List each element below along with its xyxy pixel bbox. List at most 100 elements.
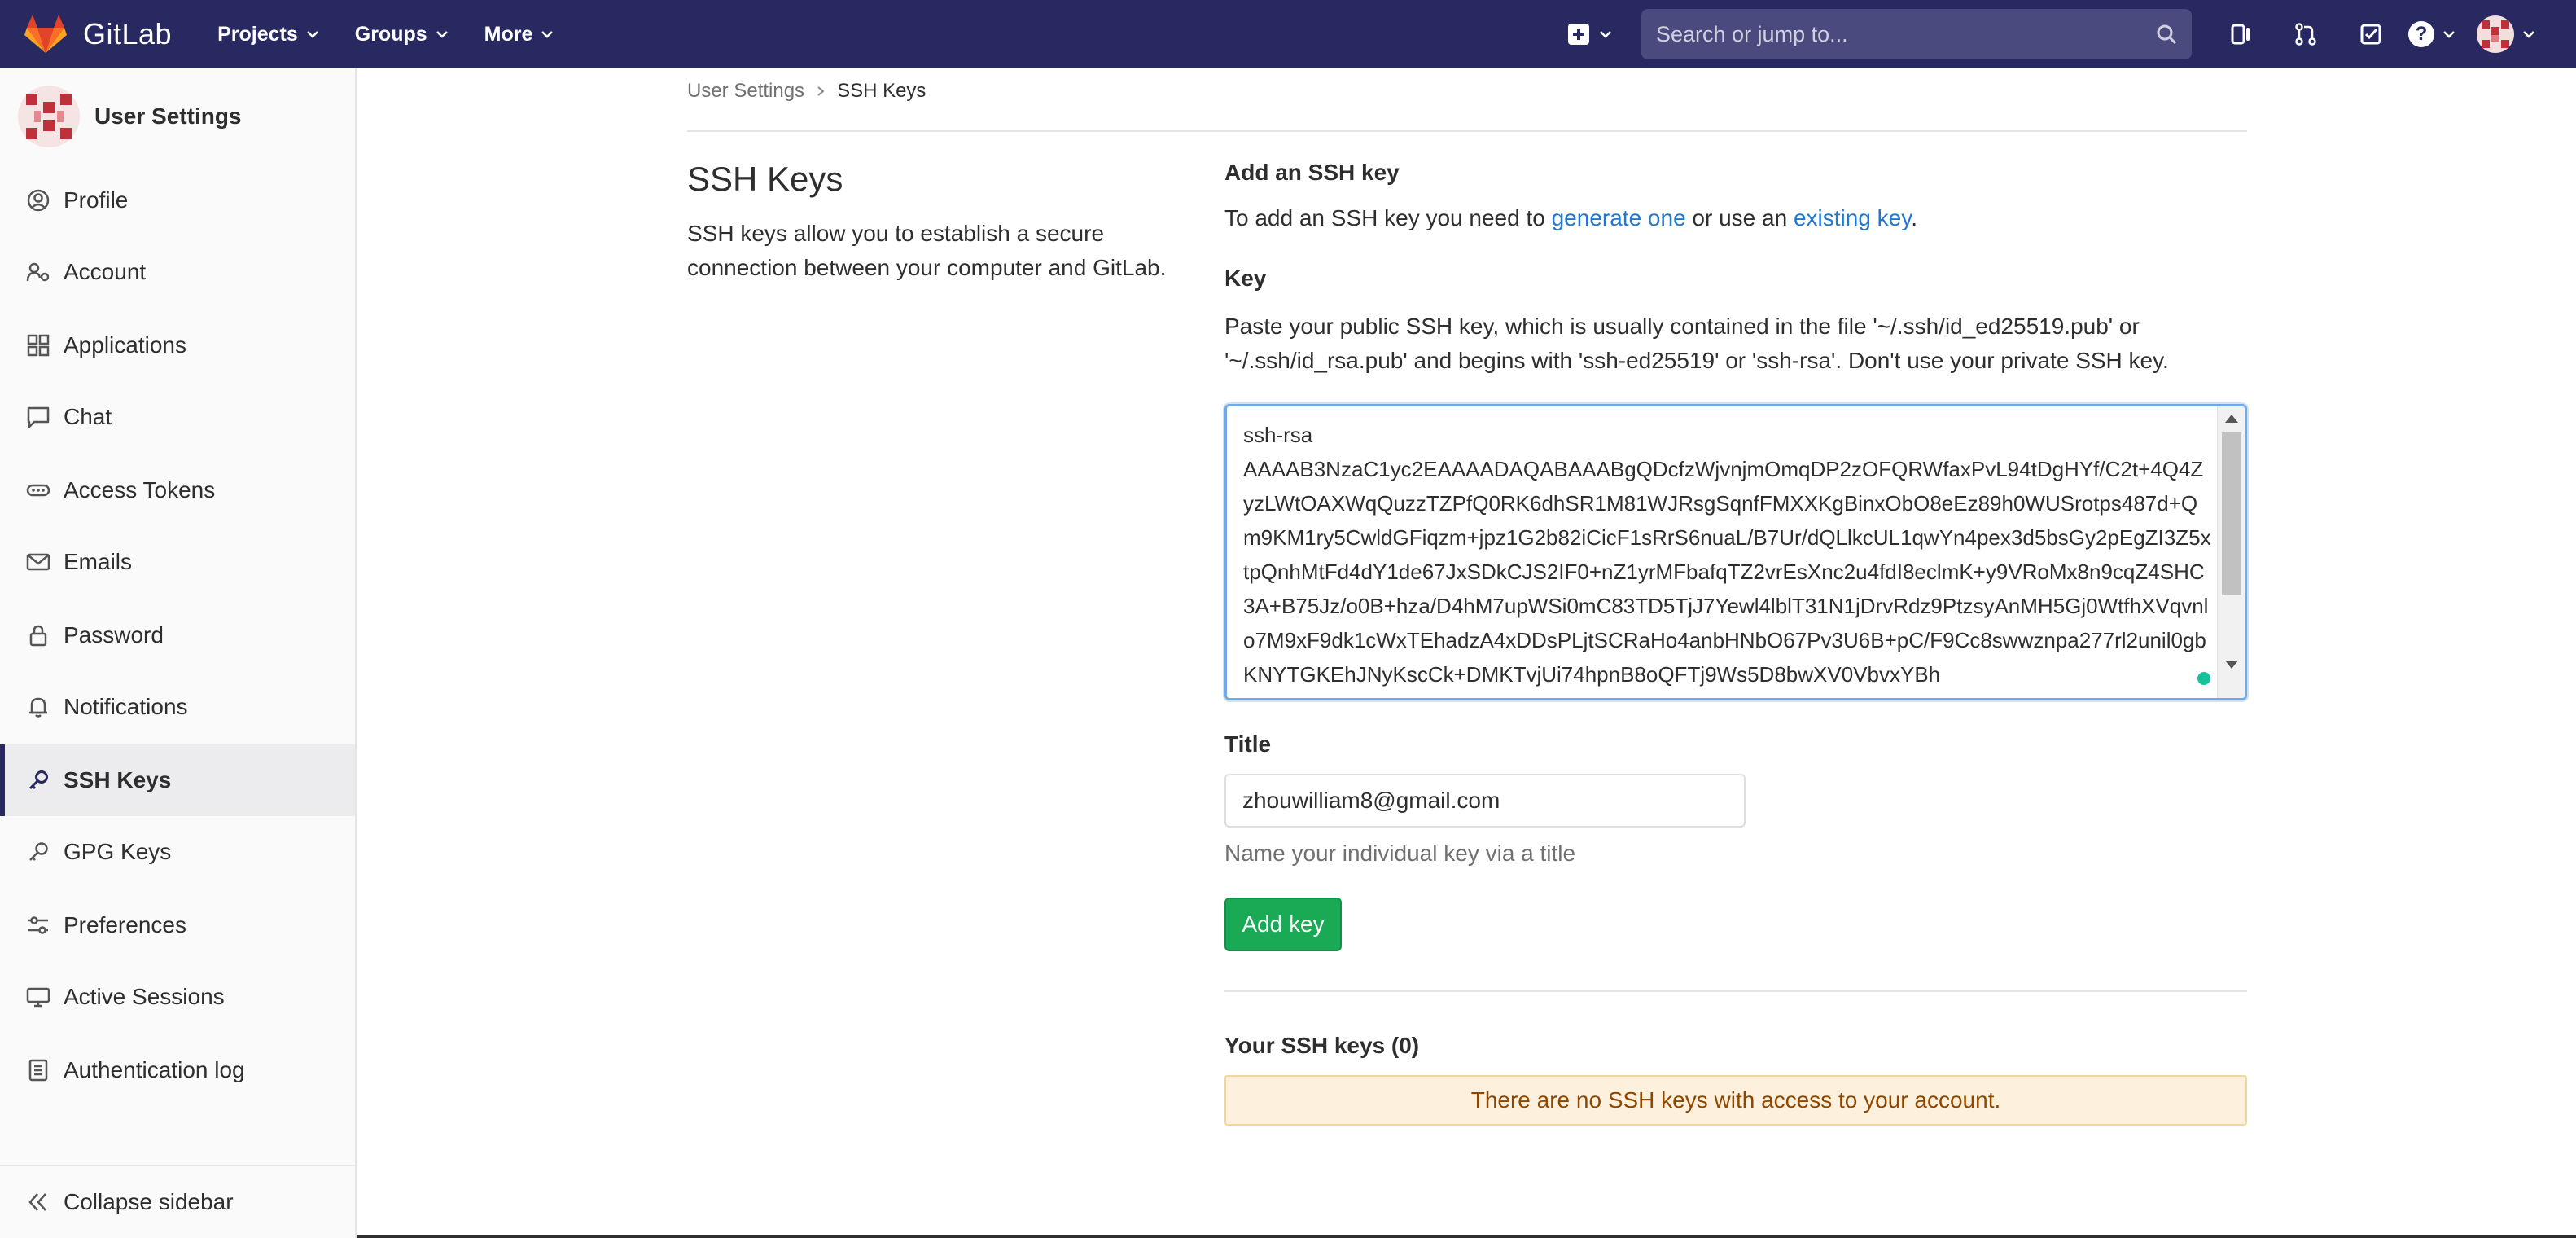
key-icon (29, 842, 48, 861)
gitlab-logo-icon (24, 15, 67, 53)
scrollbar-thumb[interactable] (2222, 432, 2241, 595)
monitor-icon (26, 987, 50, 1008)
title-help-text: Name your individual key via a title (1224, 841, 1576, 866)
title-label: Title (1224, 731, 1272, 757)
sidebar-item-active-sessions[interactable]: Active Sessions (0, 961, 355, 1033)
top-navbar: GitLab Projects Groups More Search or ju… (0, 0, 2576, 68)
mail-icon (26, 553, 50, 571)
nav-projects-dropdown[interactable]: Projects (217, 23, 319, 46)
merge-requests-button[interactable] (2273, 0, 2338, 68)
sidebar-item-label: Access Tokens (64, 477, 216, 503)
account-icon (26, 262, 50, 282)
collapse-sidebar-label: Collapse sidebar (64, 1189, 234, 1214)
sidebar-item-preferences[interactable]: Preferences (0, 889, 355, 961)
search-input[interactable]: Search or jump to... (1641, 9, 2192, 59)
issues-button[interactable] (2208, 0, 2273, 68)
sidebar-item-label: Preferences (64, 912, 186, 937)
sidebar-item-notifications[interactable]: Notifications (0, 671, 355, 743)
user-menu-dropdown[interactable] (2477, 15, 2535, 53)
nav-more-dropdown[interactable]: More (484, 23, 554, 46)
section-divider (1224, 990, 2247, 992)
sidebar-item-label: Notifications (64, 694, 188, 719)
title-input[interactable] (1224, 774, 1746, 828)
log-icon (28, 1059, 48, 1082)
chevron-down-icon (306, 31, 318, 38)
your-ssh-keys-heading: Your SSH keys (0) (1224, 1033, 1420, 1058)
nav-more-label: More (484, 22, 533, 46)
sidebar-title: User Settings (94, 103, 242, 129)
sidebar-item-label: Password (64, 622, 164, 648)
double-chevron-left-icon (28, 1193, 46, 1211)
intro-text: . (1911, 205, 1917, 230)
avatar (2477, 15, 2514, 53)
preferences-icon (28, 916, 48, 934)
existing-key-link[interactable]: existing key (1794, 205, 1911, 230)
sidebar-item-authentication-log[interactable]: Authentication log (0, 1034, 355, 1106)
sidebar-item-password[interactable]: Password (0, 599, 355, 671)
page-description: SSH keys allow you to establish a secure… (687, 221, 1167, 280)
chevron-down-icon (541, 31, 554, 38)
user-avatar (18, 86, 80, 147)
add-ssh-key-heading: Add an SSH key (1224, 160, 1400, 185)
sidebar-item-label: Account (64, 259, 147, 284)
sidebar-item-account[interactable]: Account (0, 236, 355, 308)
nav-groups-dropdown[interactable]: Groups (355, 23, 449, 46)
generate-one-link[interactable]: generate one (1552, 205, 1686, 230)
sidebar-item-label: Chat (64, 404, 112, 429)
intro-text: or use an (1685, 205, 1794, 230)
breadcrumb-parent-link[interactable]: User Settings (687, 80, 804, 103)
gitlab-home-link[interactable]: GitLab (24, 0, 172, 68)
chevron-down-icon (436, 31, 448, 38)
sidebar-item-chat[interactable]: Chat (0, 381, 355, 453)
bell-icon (29, 697, 47, 718)
page-bottom-border (357, 1235, 2576, 1238)
sidebar-item-gpg-keys[interactable]: GPG Keys (0, 816, 355, 888)
todos-button[interactable] (2338, 0, 2403, 68)
key-textarea[interactable]: ssh-rsa AAAAB3NzaC1yc2EAAAADAQABAAABgQDc… (1224, 404, 2247, 700)
scroll-up-arrow-icon[interactable] (2225, 415, 2238, 423)
sidebar-item-access-tokens[interactable]: Access Tokens (0, 454, 355, 526)
scroll-down-arrow-icon[interactable] (2225, 661, 2238, 669)
search-placeholder: Search or jump to... (1656, 21, 1848, 46)
key-label: Key (1224, 266, 1267, 291)
todo-check-icon (2360, 24, 2381, 45)
plus-square-icon (1568, 24, 1589, 45)
sidebar-item-label: GPG Keys (64, 839, 172, 864)
no-ssh-keys-alert: There are no SSH keys with access to you… (1224, 1075, 2247, 1126)
chevron-down-icon (2523, 31, 2534, 38)
breadcrumb-divider (687, 130, 2247, 132)
sidebar-item-applications[interactable]: Applications (0, 310, 355, 381)
nav-groups-label: Groups (354, 22, 427, 46)
profile-icon (27, 189, 50, 212)
sidebar-item-emails[interactable]: Emails (0, 526, 355, 598)
search-icon (2157, 24, 2177, 45)
add-key-button[interactable]: Add key (1224, 898, 1342, 951)
chat-icon (27, 406, 50, 428)
page-title: SSH Keys (687, 160, 843, 198)
breadcrumb: User Settings SSH Keys (687, 80, 926, 103)
sidebar-header[interactable]: User Settings (0, 68, 355, 165)
new-item-dropdown[interactable] (1568, 24, 1612, 45)
settings-sidebar: User Settings Profile Account Applicatio… (0, 68, 357, 1238)
breadcrumb-current[interactable]: SSH Keys (837, 80, 926, 103)
help-dropdown[interactable]: ? (2408, 21, 2456, 47)
textarea-scrollbar[interactable] (2217, 406, 2245, 698)
lock-icon (29, 625, 47, 647)
sidebar-item-label: Active Sessions (64, 984, 225, 1009)
grammar-checker-icon[interactable] (2197, 672, 2210, 685)
sidebar-item-ssh-keys[interactable]: SSH Keys (0, 744, 355, 816)
sidebar-item-label: SSH Keys (64, 767, 172, 792)
sidebar-item-profile[interactable]: Profile (0, 165, 355, 236)
key-textarea-value: ssh-rsa AAAAB3NzaC1yc2EAAAADAQABAAABgQDc… (1243, 423, 2211, 687)
sidebar-item-label: Profile (64, 187, 129, 213)
sidebar-item-label: Emails (64, 549, 133, 574)
no-ssh-keys-message: There are no SSH keys with access to you… (1470, 1087, 2001, 1113)
chevron-right-icon (817, 86, 825, 96)
intro-text: To add an SSH key you need to (1224, 205, 1552, 230)
collapse-sidebar-button[interactable]: Collapse sidebar (0, 1165, 355, 1238)
sidebar-item-label: Authentication log (64, 1057, 245, 1082)
applications-icon (27, 334, 50, 357)
sidebar-item-label: Applications (64, 332, 186, 358)
chevron-down-icon (2443, 31, 2455, 38)
token-icon (26, 484, 50, 497)
